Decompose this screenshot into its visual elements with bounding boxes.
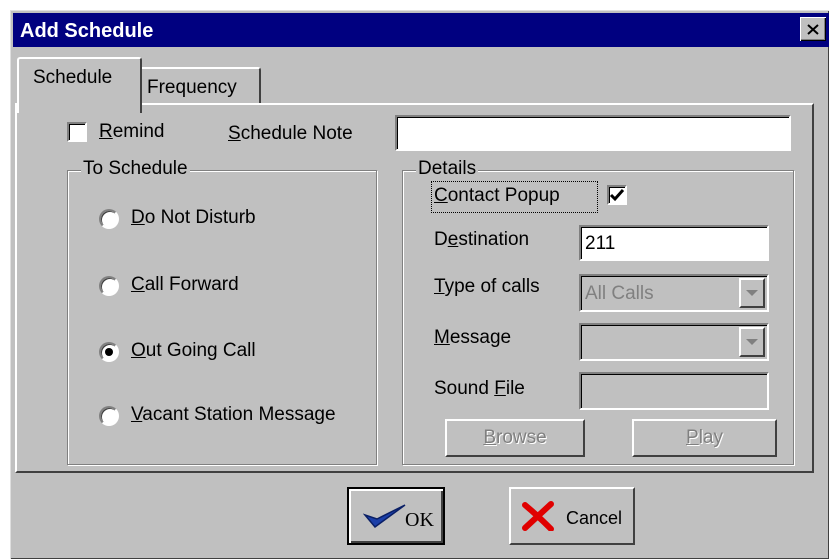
schedule-tab-panel: Remind Schedule Note To Schedule Do Not … [15,103,814,473]
window-title: Add Schedule [20,20,154,42]
radio-label: Call Forward [131,274,239,295]
chevron-down-icon [746,339,758,345]
sound-file-label: Sound File [434,378,525,399]
details-title: Details [416,158,479,180]
tab-schedule-label: Schedule [33,67,113,88]
ok-button[interactable]: OK [347,487,445,545]
browse-button[interactable]: Browse [445,419,585,457]
title-bar[interactable]: Add Schedule [13,13,829,47]
close-icon [807,23,819,35]
tab-frequency[interactable]: Frequency [137,67,261,105]
dropdown-button[interactable] [739,278,765,308]
play-label: Play [686,427,723,448]
dropdown-button[interactable] [739,327,765,357]
tab-schedule[interactable]: Schedule [17,57,142,113]
message-dropdown[interactable] [579,323,769,361]
destination-value: 211 [585,233,616,254]
radio-label: Vacant Station Message [131,404,336,425]
radio-label: Out Going Call [131,340,256,361]
red-x-icon [522,501,554,531]
radio-button [99,406,119,426]
schedule-note-input[interactable] [395,115,791,151]
close-button[interactable] [800,17,826,41]
chevron-down-icon [746,290,758,296]
radio-button [99,209,119,229]
remind-label: Remind [99,121,165,142]
schedule-note-label: Schedule Note [228,123,353,144]
contact-popup-label[interactable]: Contact Popup [434,185,560,207]
play-button[interactable]: Play [632,419,777,457]
type-of-calls-label: Type of calls [434,276,540,297]
cancel-label: Cancel [566,508,623,528]
checkmark-icon [363,504,406,529]
sound-file-input[interactable] [579,372,769,410]
check-icon [609,189,625,202]
ok-label: OK [405,509,434,531]
type-of-calls-dropdown[interactable]: All Calls [579,274,769,312]
destination-label: Destination [434,229,530,250]
contact-popup-checkbox[interactable] [607,185,627,205]
radio-selected-dot [105,348,113,356]
type-of-calls-value: All Calls [585,283,654,304]
tab-frequency-label: Frequency [147,77,237,98]
destination-input[interactable]: 211 [579,225,769,261]
radio-label: Do Not Disturb [131,207,256,228]
message-label: Message [434,327,512,348]
remind-checkbox[interactable] [67,122,87,142]
to-schedule-title: To Schedule [81,158,190,180]
radio-button [99,342,119,362]
radio-button [99,276,119,296]
browse-label: Browse [483,427,547,448]
cancel-button[interactable]: Cancel [509,487,635,545]
